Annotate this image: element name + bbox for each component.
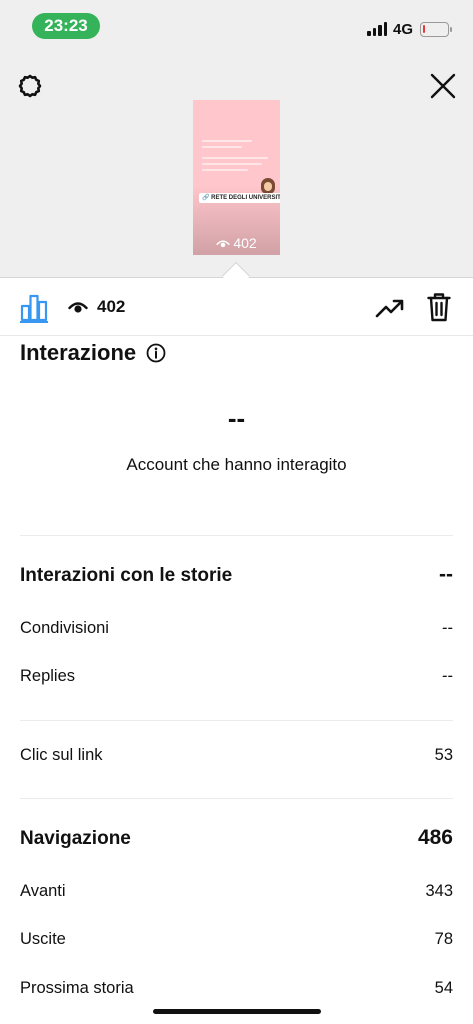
accounts-interacted-label: Account che hanno interagito	[126, 455, 347, 474]
story-preview-area: 23:23 4G 🔗 RETE DEGLI UNIVERSITARI 402	[0, 0, 473, 291]
metric-label: Uscite	[20, 930, 66, 948]
divider	[20, 798, 453, 799]
insights-toolbar: 402	[0, 279, 473, 336]
story-thumbnail[interactable]: 🔗 RETE DEGLI UNIVERSITARI 402	[193, 100, 280, 255]
divider	[20, 720, 453, 721]
metric-row: Avanti 343	[20, 882, 453, 901]
metric-label: Condivisioni	[20, 619, 109, 637]
active-tab-indicator	[20, 321, 48, 323]
interaction-section-title: Interazione	[20, 340, 166, 366]
memoji-sticker	[261, 178, 275, 194]
thumbnail-views: 402	[193, 235, 280, 251]
interaction-title: Interazione	[20, 340, 137, 365]
navigation-header: Navigazione 486	[20, 826, 453, 850]
link-clicks-row: Clic sul link 53	[20, 746, 453, 765]
thumbnail-views-count: 402	[233, 235, 257, 251]
metric-row: Prossima storia 54	[20, 979, 453, 998]
metric-value: 54	[434, 979, 453, 997]
bar-chart-icon[interactable]	[20, 293, 48, 321]
eye-icon	[216, 239, 230, 247]
network-type: 4G	[393, 21, 414, 38]
metric-label: Avanti	[20, 882, 66, 900]
promote-trend-icon[interactable]	[375, 293, 405, 321]
home-indicator[interactable]	[153, 1009, 321, 1014]
signal-icon	[367, 22, 387, 36]
story-interactions-header: Interazioni con le storie --	[20, 563, 453, 587]
views-count: 402	[97, 297, 126, 316]
link-clicks-label: Clic sul link	[20, 746, 103, 764]
divider	[20, 535, 453, 536]
metric-value: --	[442, 667, 453, 685]
battery-icon	[420, 22, 452, 37]
story-interactions-value: --	[439, 563, 453, 586]
metric-value: --	[442, 619, 453, 637]
trash-icon[interactable]	[427, 292, 451, 322]
close-icon[interactable]	[428, 71, 458, 101]
metric-row: Condivisioni --	[20, 619, 453, 638]
story-interactions-title: Interazioni con le storie	[20, 565, 233, 586]
metric-row: Replies --	[20, 667, 453, 686]
eye-icon	[68, 302, 88, 313]
accounts-interacted-value: --	[227, 403, 246, 433]
metric-row: Uscite 78	[20, 930, 453, 949]
metric-label: Replies	[20, 667, 76, 685]
metric-value: 343	[425, 882, 453, 900]
navigation-title: Navigazione	[20, 828, 131, 849]
link-sticker: 🔗 RETE DEGLI UNIVERSITARI	[199, 193, 280, 203]
metric-label: Prossima storia	[20, 979, 134, 997]
navigation-value: 486	[417, 826, 453, 849]
info-icon[interactable]	[146, 343, 166, 363]
status-time: 23:23	[32, 13, 100, 39]
metric-value: 78	[434, 930, 453, 948]
link-clicks-value: 53	[434, 746, 453, 764]
gear-icon[interactable]	[15, 71, 45, 101]
